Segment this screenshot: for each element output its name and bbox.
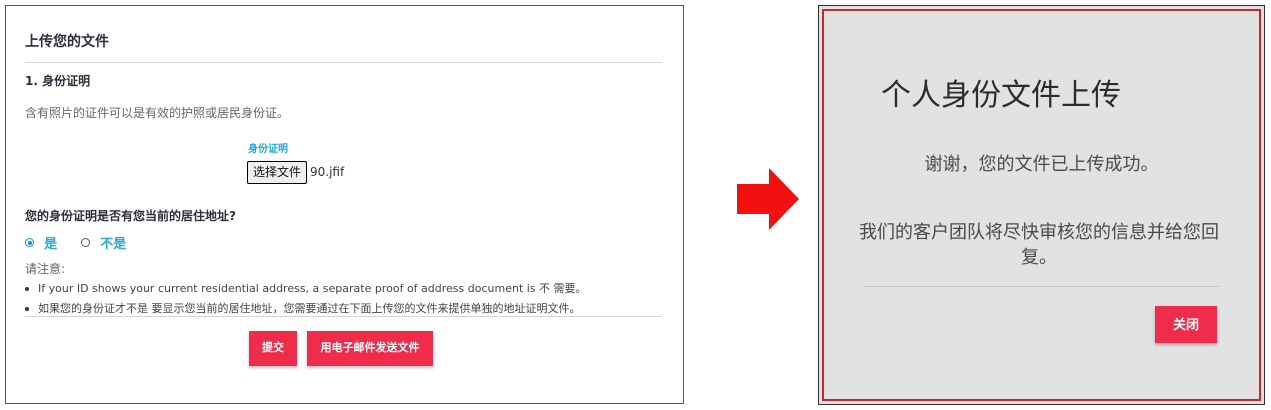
- right-arrow-icon: [737, 168, 799, 230]
- selected-file-name: 90.jfif: [310, 165, 345, 179]
- upload-result-modal: 个人身份文件上传 谢谢，您的文件已上传成功。 我们的客户团队将尽快审核您的信息并…: [818, 5, 1265, 405]
- form-title: 上传您的文件: [25, 34, 109, 50]
- notes-divider: [25, 316, 662, 317]
- bullet-icon: [25, 307, 29, 311]
- note-list: If your ID shows your current residentia…: [25, 279, 587, 319]
- radio-no[interactable]: [81, 238, 91, 247]
- note-item: If your ID shows your current residentia…: [25, 279, 587, 299]
- note-label: 请注意:: [25, 262, 66, 276]
- modal-divider: [864, 286, 1219, 287]
- radio-yes-label[interactable]: 是: [44, 237, 57, 252]
- radio-yes[interactable]: [25, 238, 34, 247]
- success-message: 谢谢，您的文件已上传成功。: [924, 154, 1159, 175]
- upload-field-label: 身份证明: [248, 144, 288, 155]
- info-message: 我们的客户团队将尽快审核您的信息并给您回复。: [859, 222, 1219, 268]
- section-description: 含有照片的证件可以是有效的护照或居民身份证。: [25, 106, 290, 120]
- email-documents-button[interactable]: 用电子邮件发送文件: [307, 331, 433, 366]
- address-radio-group: 是 不是: [25, 232, 126, 252]
- bullet-icon: [25, 287, 29, 291]
- section-title: 1. 身份证明: [25, 74, 91, 88]
- close-button[interactable]: 关闭: [1155, 306, 1217, 343]
- modal-title: 个人身份文件上传: [881, 78, 1121, 113]
- note-text: 如果您的身份证才不是 要显示您当前的居住地址，您需要通过在下面上传您的文件来提供…: [38, 302, 581, 315]
- title-divider: [25, 62, 662, 63]
- radio-no-label[interactable]: 不是: [100, 237, 126, 252]
- note-text: If your ID shows your current residentia…: [38, 282, 587, 295]
- choose-file-button[interactable]: 选择文件: [247, 161, 307, 184]
- upload-form-panel: 上传您的文件 1. 身份证明 含有照片的证件可以是有效的护照或居民身份证。 身份…: [5, 5, 684, 404]
- submit-button[interactable]: 提交: [249, 331, 297, 366]
- address-question: 您的身份证明是否有您当前的居住地址?: [25, 209, 236, 223]
